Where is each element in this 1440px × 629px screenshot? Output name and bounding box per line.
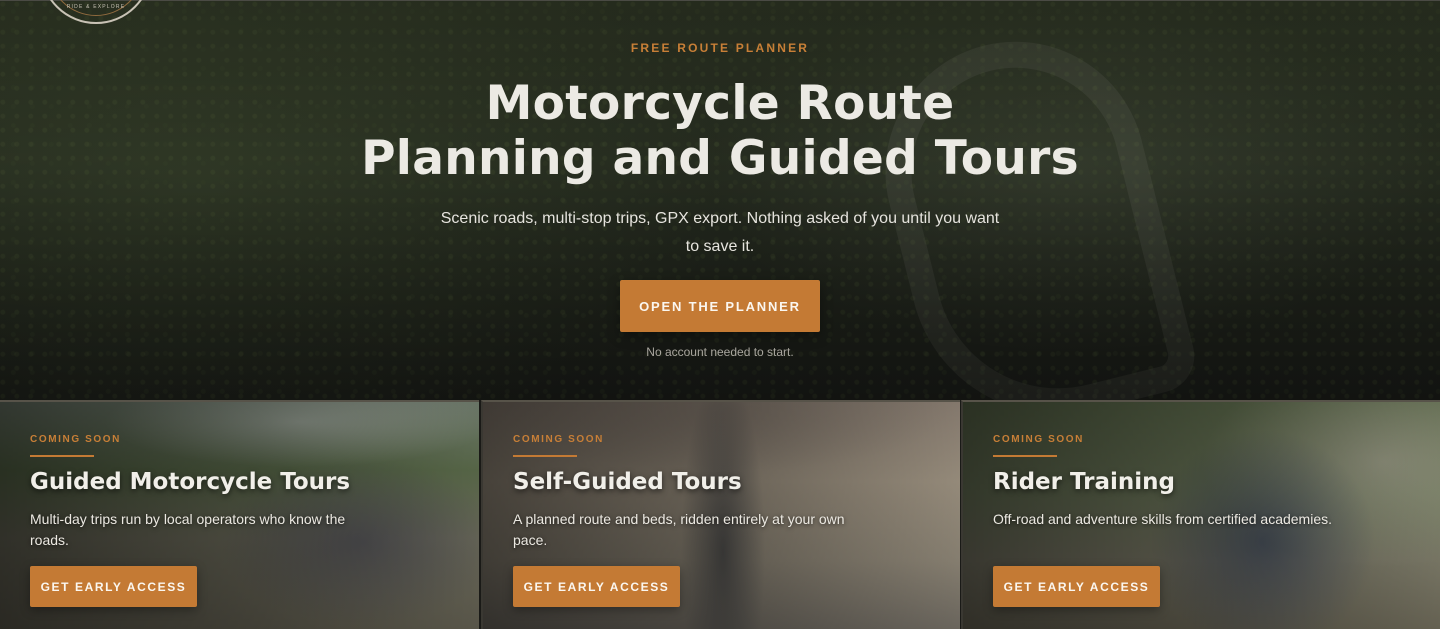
early-access-button-guided[interactable]: GET EARLY ACCESS	[30, 566, 197, 607]
card-divider	[993, 455, 1057, 457]
early-access-button-self-guided[interactable]: GET EARLY ACCESS	[513, 566, 680, 607]
card-eyebrow: COMING SOON	[993, 434, 1084, 445]
card-self-guided-tours: COMING SOON Self-Guided Tours A planned …	[481, 400, 960, 629]
no-account-note: No account needed to start.	[646, 345, 794, 359]
card-title: Rider Training	[993, 469, 1176, 495]
feature-cards: COMING SOON Guided Motorcycle Tours Mult…	[0, 400, 1440, 629]
card-content: COMING SOON Guided Motorcycle Tours Mult…	[30, 402, 450, 629]
card-description: A planned route and beds, ridden entirel…	[513, 511, 845, 548]
title-line-2: Planning and Guided Tours	[361, 131, 1079, 186]
title-line-1: Motorcycle Route	[485, 76, 955, 131]
page-title: Motorcycle Route Planning and Guided Tou…	[0, 76, 1440, 186]
card-divider	[513, 455, 577, 457]
card-eyebrow: COMING SOON	[513, 434, 604, 445]
hero-content: FREE ROUTE PLANNER Motorcycle Route Plan…	[0, 0, 1440, 400]
early-access-button-training[interactable]: GET EARLY ACCESS	[993, 566, 1160, 607]
card-description: Multi-day trips run by local operators w…	[30, 511, 346, 548]
hero-eyebrow: FREE ROUTE PLANNER	[630, 41, 810, 55]
card-guided-tours: COMING SOON Guided Motorcycle Tours Mult…	[0, 400, 479, 629]
hero-subtitle: Scenic roads, multi-stop trips, GPX expo…	[440, 210, 1000, 255]
card-divider	[30, 455, 94, 457]
open-planner-button[interactable]: OPEN THE PLANNER	[620, 280, 820, 332]
card-rider-training: COMING SOON Rider Training Off-road and …	[961, 400, 1440, 629]
card-eyebrow: COMING SOON	[30, 434, 121, 445]
card-title: Guided Motorcycle Tours	[30, 469, 351, 495]
card-content: COMING SOON Self-Guided Tours A planned …	[513, 402, 933, 629]
card-content: COMING SOON Rider Training Off-road and …	[993, 402, 1413, 629]
card-title: Self-Guided Tours	[513, 469, 742, 495]
card-description: Off-road and adventure skills from certi…	[993, 511, 1333, 527]
